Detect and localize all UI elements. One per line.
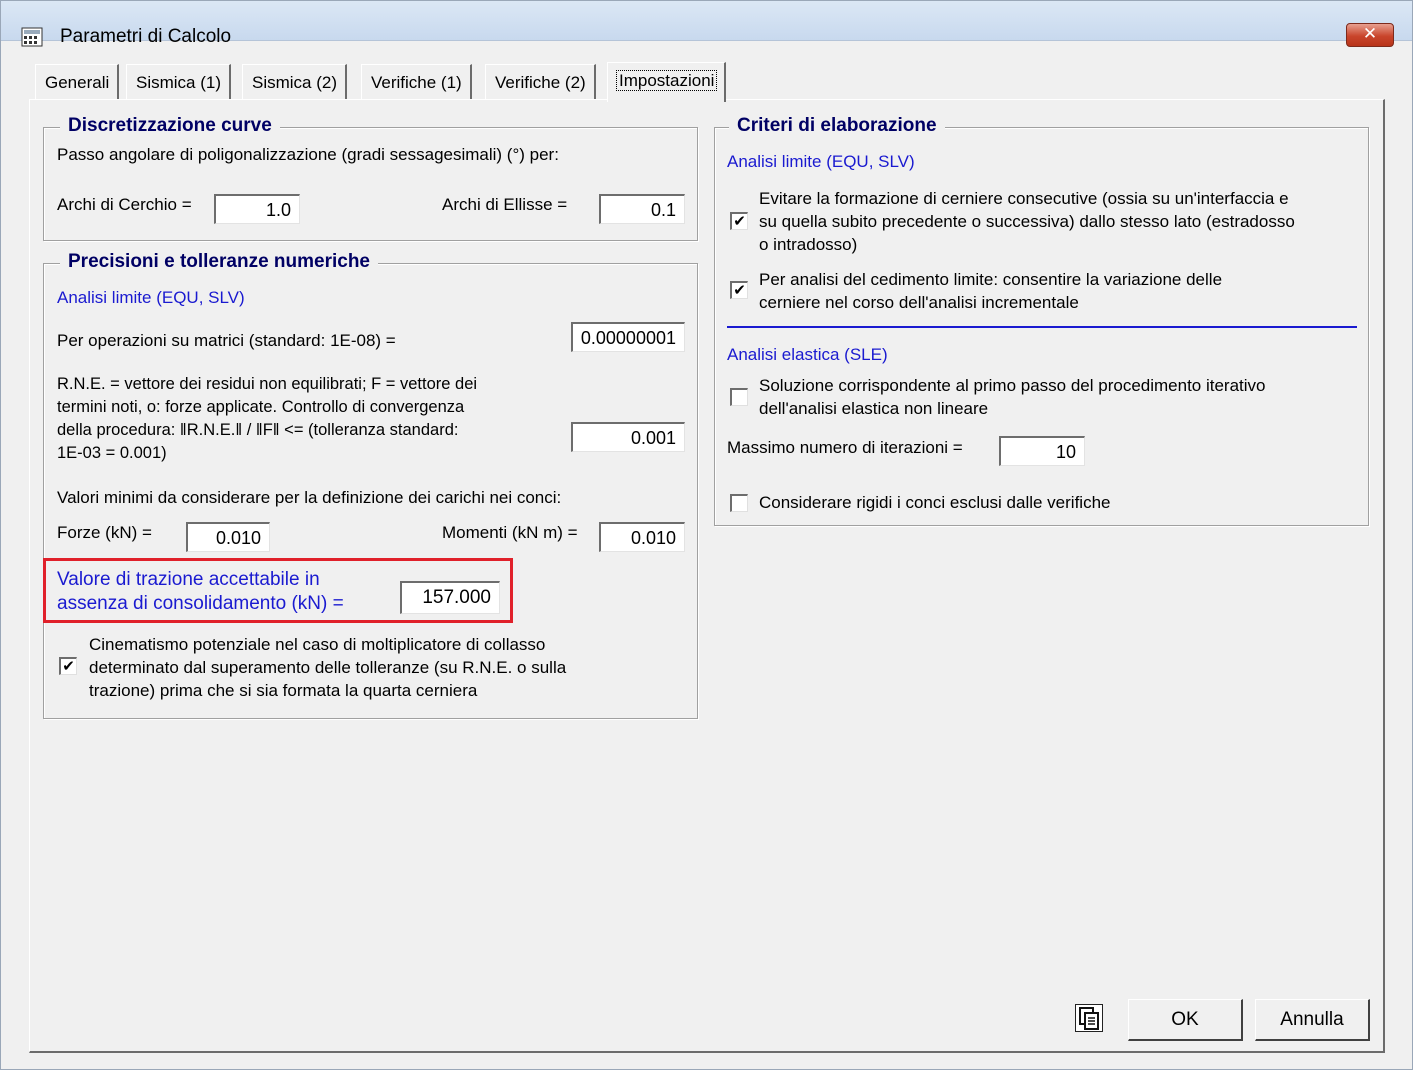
tab-impostazioni[interactable]: Impostazioni [607,62,727,102]
matrici-label: Per operazioni su matrici (standard: 1E-… [57,331,396,350]
section-divider [727,326,1357,328]
rne-line: 1E-03 = 0.001) [57,444,167,462]
precisioni-subheading: Analisi limite (EQU, SLV) [57,288,245,307]
evitare-line: Evitare la formazione di cerniere consec… [759,189,1289,208]
cinematismo-line: trazione) prima che si sia formata la qu… [89,681,478,700]
group-title: Precisioni e tolleranze numeriche [60,251,378,273]
ok-button[interactable]: OK [1128,999,1243,1041]
window-title: Parametri di Calcolo [60,26,232,47]
rne-tolerance-input[interactable]: 0.001 [571,422,685,452]
tab-label: Sismica (1) [136,73,222,92]
trazione-label: Valore di trazione accettabile in assenz… [57,568,344,616]
rigidi-checkbox[interactable] [730,494,748,512]
rne-description: R.N.E. = vettore dei residui non equilib… [57,373,477,465]
discretizzazione-description: Passo angolare di poligonalizzazione (gr… [57,145,559,164]
evitare-label: Evitare la formazione di cerniere consec… [759,187,1295,256]
soluzione-line: Soluzione corrispondente al primo passo … [759,376,1266,395]
evitare-line: su quella subito precedente o successiva… [759,212,1295,231]
cedimento-line: cerniere nel corso dell'analisi incremen… [759,293,1079,312]
trazione-input[interactable]: 157.000 [400,581,500,614]
archi-ellisse-input[interactable]: 0.1 [599,194,685,224]
cinematismo-line: determinato dal superamento delle toller… [89,658,567,677]
annulla-button[interactable]: Annulla [1255,999,1370,1041]
valori-minimi-label: Valori minimi da considerare per la defi… [57,488,562,507]
cedimento-checkbox[interactable]: ✔ [730,281,748,299]
cedimento-line: Per analisi del cedimento limite: consen… [759,270,1223,289]
forze-label: Forze (kN) = [57,523,152,542]
group-title: Criteri di elaborazione [729,115,945,137]
archi-ellisse-label: Archi di Ellisse = [442,195,568,214]
copy-icon[interactable] [1075,1004,1103,1032]
matrici-input[interactable]: 0.00000001 [571,322,685,352]
archi-cerchio-label: Archi di Cerchio = [57,195,192,214]
rne-line: della procedura: ‖R.N.E.‖ / ‖F‖ <= (toll… [57,421,459,439]
cedimento-label: Per analisi del cedimento limite: consen… [759,268,1222,314]
momenti-input[interactable]: 0.010 [599,522,685,552]
tab-verifiche-2[interactable]: Verifiche (2) [485,64,596,100]
soluzione-line: dell'analisi elastica non lineare [759,399,989,418]
trazione-line: Valore di trazione accettabile in [57,569,320,590]
criteri-elastica-heading: Analisi elastica (SLE) [727,345,888,364]
group-title: Discretizzazione curve [60,115,280,137]
tab-label: Verifiche (2) [495,73,586,92]
iterazioni-label: Massimo numero di iterazioni = [727,438,963,457]
evitare-line: o intradosso) [759,235,858,254]
tab-label: Generali [45,73,110,92]
momenti-label: Momenti (kN m) = [442,523,578,542]
rne-line: termini noti, o: forze applicate. Contro… [57,398,465,416]
cinematismo-label: Cinematismo potenziale nel caso di molti… [89,633,566,702]
archi-cerchio-input[interactable]: 1.0 [214,194,300,224]
soluzione-checkbox[interactable] [730,388,748,406]
criteri-limite-heading: Analisi limite (EQU, SLV) [727,152,915,171]
tab-label: Verifiche (1) [371,73,462,92]
tab-generali[interactable]: Generali [35,64,120,100]
tab-verifiche-1[interactable]: Verifiche (1) [361,64,472,100]
calculator-icon [21,27,43,47]
tab-label: Impostazioni [615,70,718,91]
rigidi-label: Considerare rigidi i conci esclusi dalle… [759,493,1111,512]
cinematismo-checkbox[interactable]: ✔ [59,657,77,675]
tab-sismica-1[interactable]: Sismica (1) [126,64,232,100]
trazione-line: assenza di consolidamento (kN) = [57,593,344,614]
rne-line: R.N.E. = vettore dei residui non equilib… [57,375,478,393]
iterazioni-input[interactable]: 10 [999,436,1085,466]
tab-sismica-2[interactable]: Sismica (2) [242,64,348,100]
dialog-window: Parametri di Calcolo ✕ Generali Sismica … [0,0,1413,1070]
forze-input[interactable]: 0.010 [186,522,270,552]
soluzione-label: Soluzione corrispondente al primo passo … [759,374,1266,420]
tab-label: Sismica (2) [252,73,338,92]
evitare-checkbox[interactable]: ✔ [730,212,748,230]
cinematismo-line: Cinematismo potenziale nel caso di molti… [89,635,546,654]
close-button[interactable]: ✕ [1346,23,1394,47]
